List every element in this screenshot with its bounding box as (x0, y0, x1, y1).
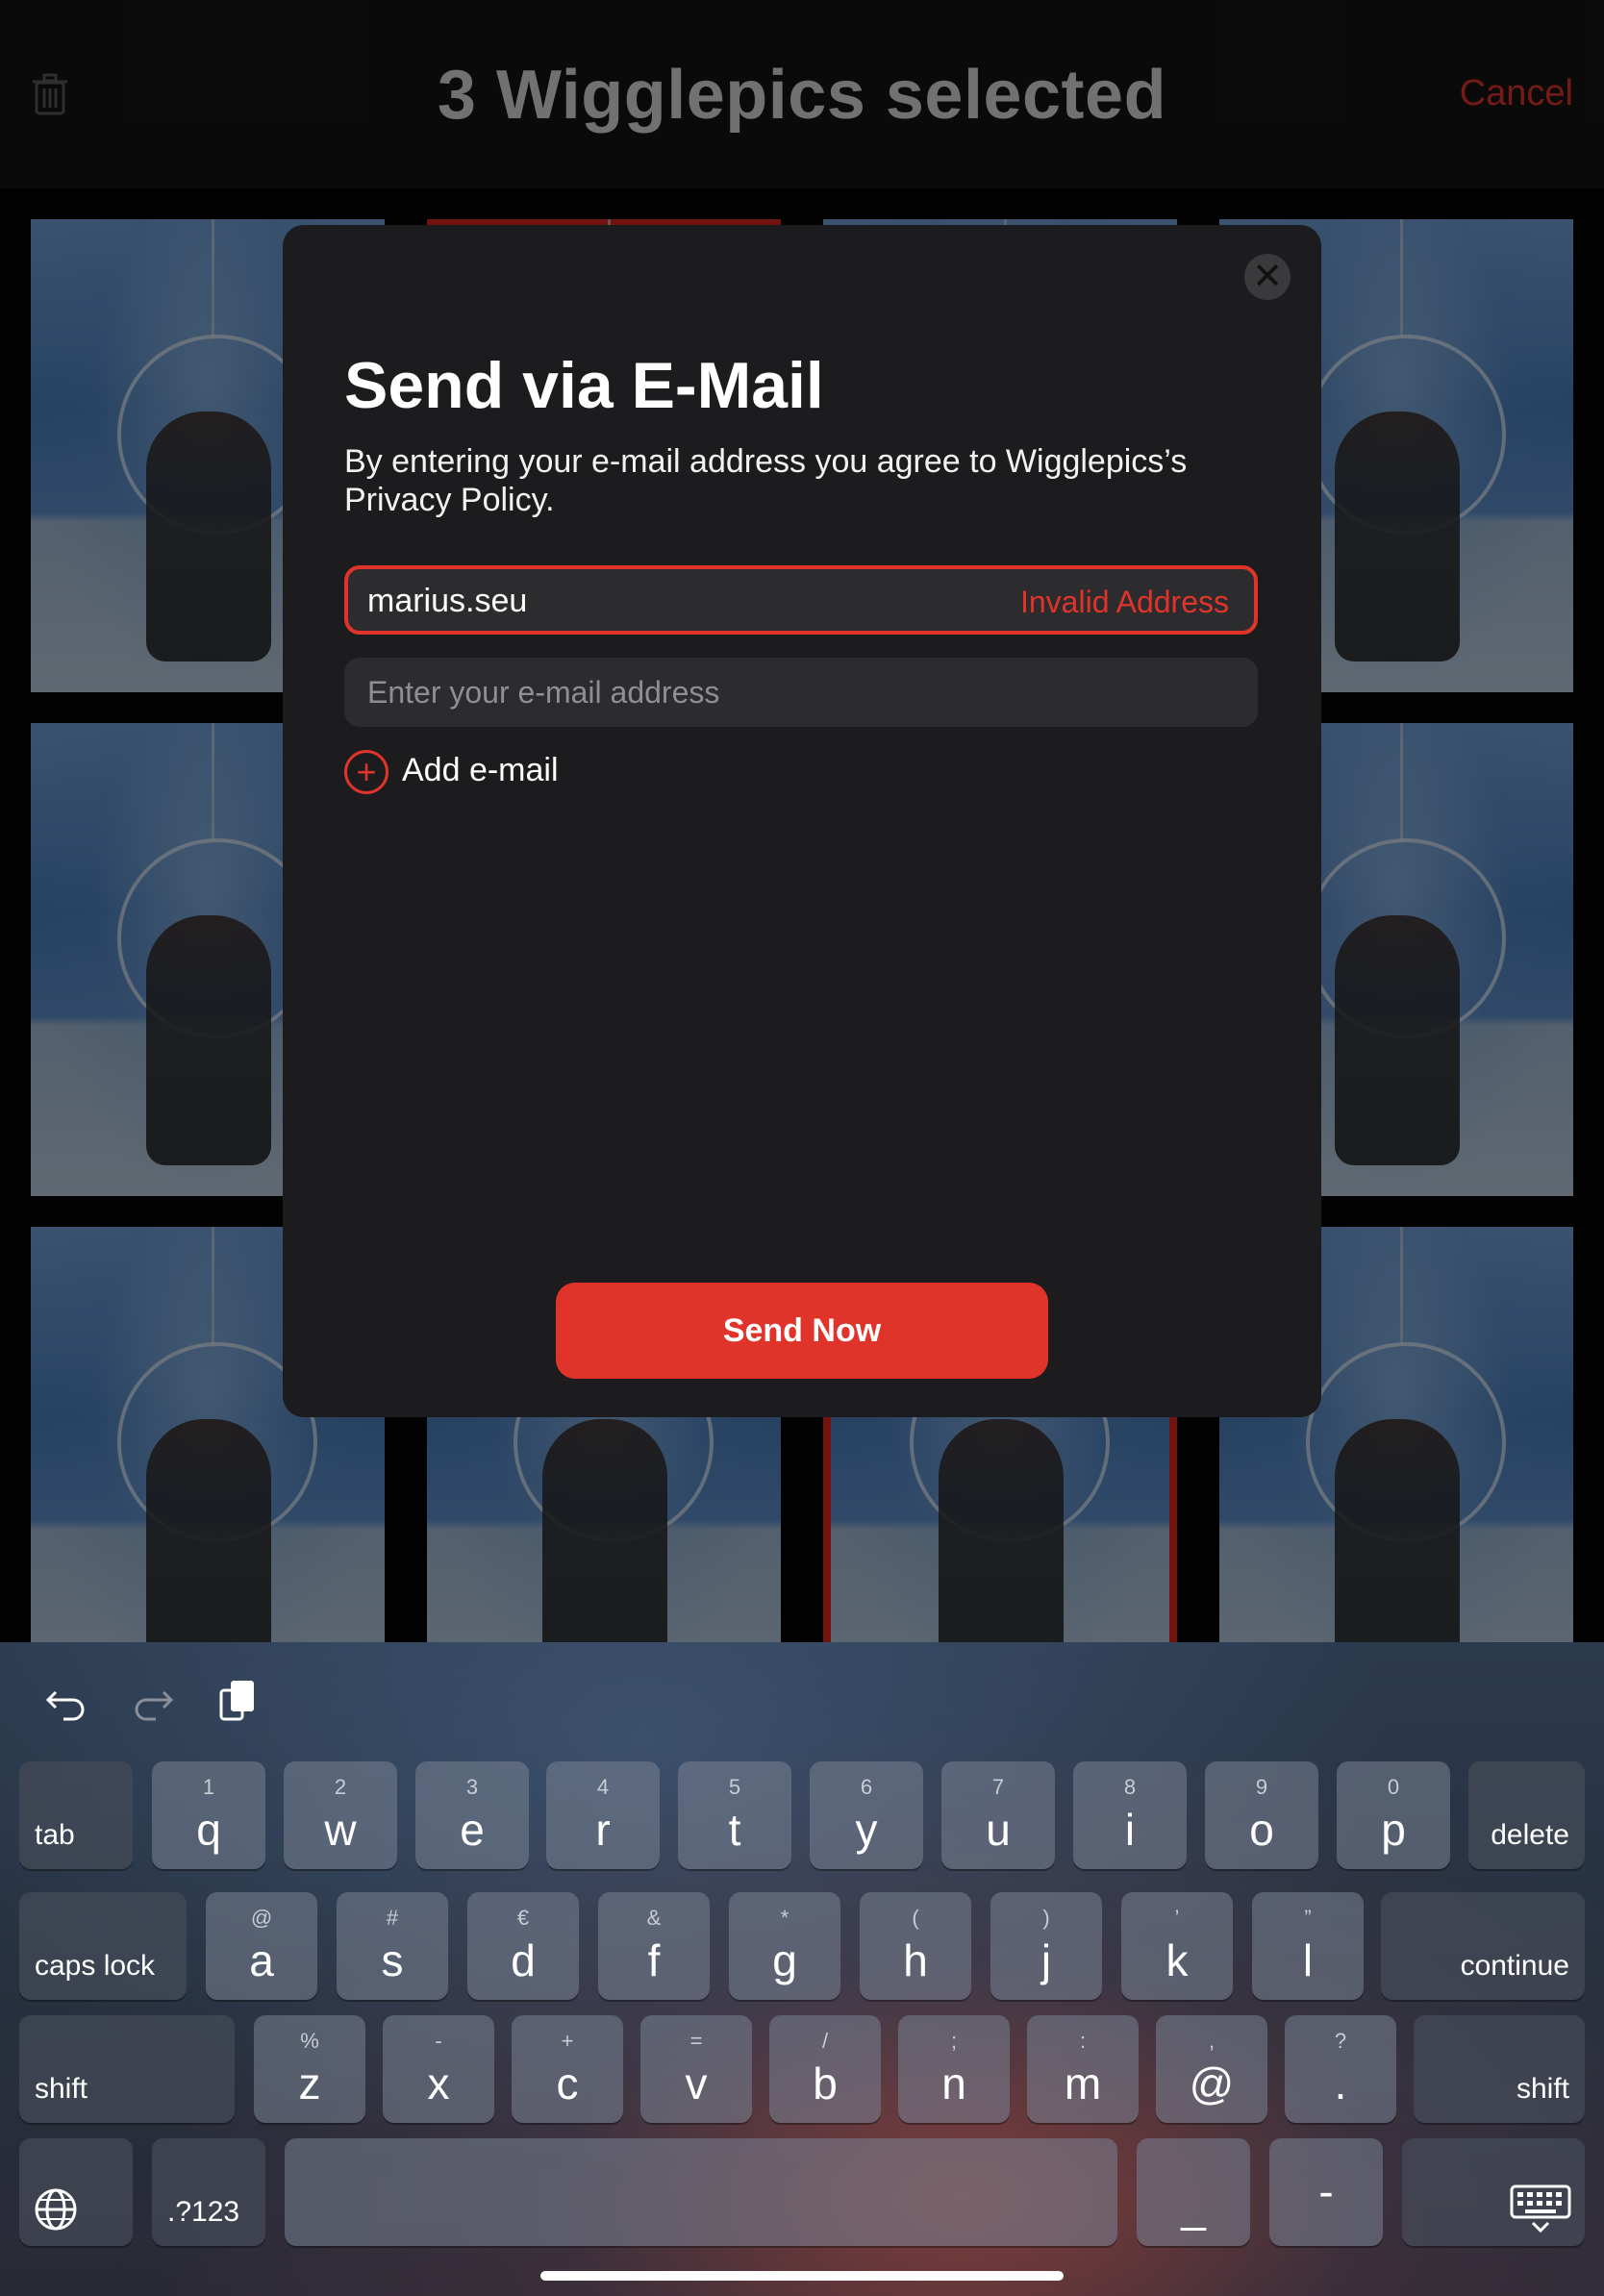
key-w[interactable]: 2w (284, 1761, 397, 1869)
key-j[interactable]: ) j (990, 1892, 1102, 2000)
key-q[interactable]: 1q (152, 1761, 265, 1869)
key-g[interactable]: * g (729, 1892, 840, 2000)
onscreen-keyboard: tab 1q 2w 3e 4r 5t 6y 7u 8i 9o 0p delete… (0, 1642, 1604, 2296)
key-k[interactable]: ’ k (1121, 1892, 1233, 2000)
email-field[interactable] (344, 658, 1258, 727)
key-l[interactable]: ” l (1252, 1892, 1364, 2000)
key-i[interactable]: 8i (1073, 1761, 1187, 1869)
key-underscore[interactable]: _ (1137, 2138, 1250, 2246)
key-f[interactable]: & f (598, 1892, 710, 2000)
key-dash[interactable]: - (1269, 2138, 1383, 2246)
key-o[interactable]: 9o (1205, 1761, 1318, 1869)
key-e[interactable]: 3e (415, 1761, 529, 1869)
key-s[interactable]: # s (337, 1892, 448, 2000)
key-b[interactable]: / b (769, 2015, 881, 2123)
add-email-label: Add e-mail (402, 752, 559, 788)
key-u[interactable]: 7u (941, 1761, 1055, 1869)
globe-icon (35, 2188, 77, 2231)
key-c[interactable]: + c (512, 2015, 623, 2123)
plus-circle-icon: + (344, 750, 388, 794)
shift-left-key[interactable]: shift (19, 2015, 235, 2123)
email-input[interactable] (344, 658, 1258, 727)
key-d[interactable]: € d (467, 1892, 579, 2000)
key-y[interactable]: 6y (810, 1761, 923, 1869)
email-dialog: ✕ Send via E-Mail By entering your e-mai… (283, 225, 1321, 1417)
home-indicator[interactable] (540, 2271, 1064, 2281)
dialog-description: By entering your e-mail address you agre… (344, 443, 1188, 518)
email-field-invalid[interactable]: marius.seu Invalid Address (344, 565, 1258, 635)
key-t[interactable]: 5t (678, 1761, 791, 1869)
key-h[interactable]: (h (860, 1892, 971, 2000)
email-field-value: marius.seu (367, 583, 528, 619)
key-period[interactable]: ?. (1285, 2015, 1396, 2123)
invalid-address-label: Invalid Address (1019, 585, 1229, 619)
key-r[interactable]: 4r (546, 1761, 660, 1869)
space-bar[interactable] (285, 2138, 1117, 2246)
key-p[interactable]: 0p (1337, 1761, 1450, 1869)
key-m[interactable]: :m (1027, 2015, 1139, 2123)
numbers-key[interactable]: .?123 (152, 2138, 265, 2246)
key-v[interactable]: = v (640, 2015, 752, 2123)
keyboard-dismiss-icon (1510, 2184, 1571, 2234)
delete-key[interactable]: delete (1468, 1761, 1585, 1869)
caps-lock-key[interactable]: caps lock (19, 1892, 187, 2000)
globe-key[interactable] (19, 2138, 133, 2246)
tab-key[interactable]: tab (19, 1761, 133, 1869)
paste-icon[interactable] (215, 1673, 263, 1731)
close-icon[interactable]: ✕ (1244, 254, 1291, 300)
key-x[interactable]: -x (383, 2015, 494, 2123)
key-at[interactable]: , @ (1156, 2015, 1267, 2123)
key-z[interactable]: % z (254, 2015, 365, 2123)
dialog-title: Send via E-Mail (344, 349, 824, 422)
dismiss-keyboard-key[interactable] (1402, 2138, 1585, 2246)
key-n[interactable]: ; n (898, 2015, 1010, 2123)
key-a[interactable]: @ a (206, 1892, 317, 2000)
redo-icon[interactable] (129, 1673, 177, 1731)
send-now-button[interactable]: Send Now (556, 1283, 1048, 1379)
shift-right-key[interactable]: shift (1414, 2015, 1585, 2123)
continue-key[interactable]: continue (1381, 1892, 1585, 2000)
undo-icon[interactable] (42, 1673, 90, 1731)
